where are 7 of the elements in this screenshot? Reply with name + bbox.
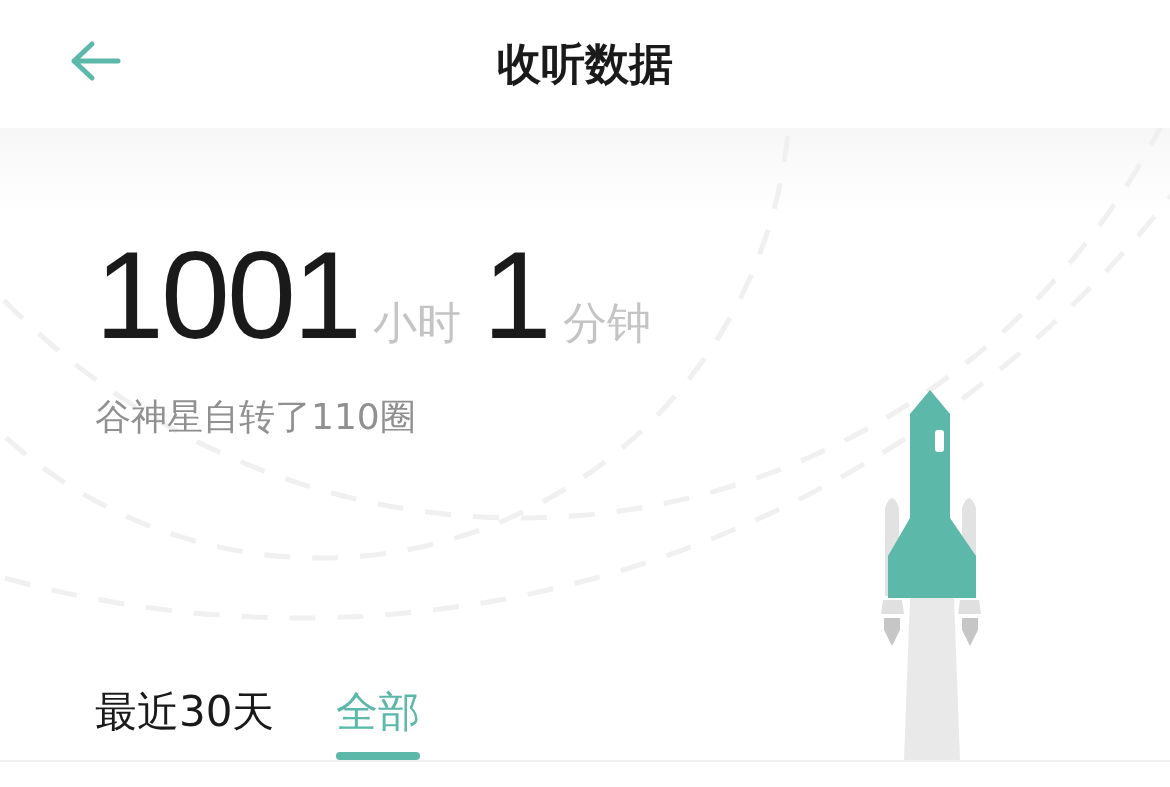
page-title: 收听数据	[497, 36, 673, 91]
tab[interactable]: 最近30天	[95, 684, 275, 760]
minutes-value: 1	[482, 233, 549, 357]
comparison-text: 谷神星自转了110圈	[95, 395, 417, 439]
hours-unit: 小时	[372, 296, 461, 350]
hours-value: 1001	[95, 233, 359, 357]
minutes-unit: 分钟	[562, 296, 651, 350]
